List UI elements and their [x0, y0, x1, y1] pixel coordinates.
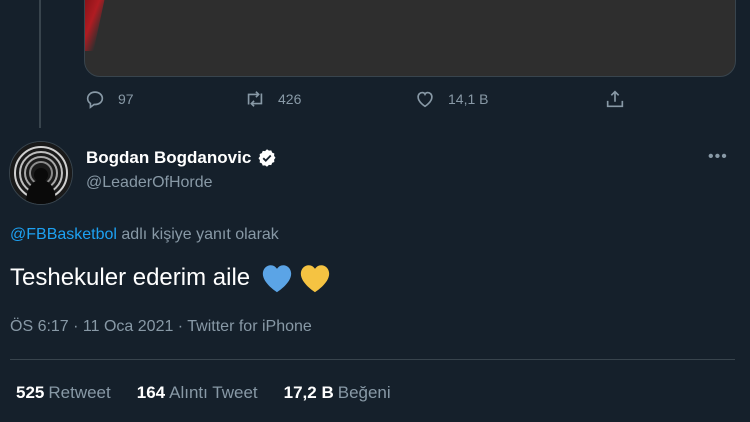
retweet-stat-count: 525: [16, 383, 45, 402]
media-image-fragment: [85, 0, 109, 51]
retweet-button[interactable]: 426: [244, 88, 301, 110]
reply-icon: [86, 91, 104, 109]
more-options-icon[interactable]: •••: [708, 148, 728, 166]
share-button[interactable]: [604, 88, 626, 110]
heart-icon: [417, 91, 433, 108]
thread-connector-line: [39, 0, 41, 128]
retweet-count: 426: [278, 91, 302, 107]
tweet-text: Teshekuler ederim aile: [10, 264, 251, 291]
tweet-timestamp[interactable]: ÖS 6:17 · 11 Oca 2021 · Twitter for iPho…: [10, 318, 312, 336]
like-count: 14,1 B: [448, 91, 489, 107]
quote-tweet-stat[interactable]: 164 Alıntı Tweet: [137, 383, 258, 403]
reply-button[interactable]: 97: [84, 88, 134, 110]
like-button[interactable]: 14,1 B: [414, 88, 488, 110]
like-stat-count: 17,2 B: [283, 383, 334, 402]
tweet-body: Teshekuler ederim aile: [10, 262, 332, 294]
quote-tweet-stat-count: 164: [136, 383, 166, 402]
retweet-stat[interactable]: 525 Retweet: [16, 383, 111, 403]
like-stat-label: Beğeni: [337, 383, 391, 402]
share-icon: [606, 90, 624, 108]
reply-context: @FBBasketbol adlı kişiye yanıt olarak: [10, 226, 279, 244]
tweet-stats: 525 Retweet 164 Alıntı Tweet 17,2 B Beğeni: [16, 383, 391, 403]
previous-tweet-media[interactable]: [84, 0, 736, 77]
avatar-image: [10, 142, 72, 204]
quote-tweet-stat-label: Alıntı Tweet: [169, 383, 258, 402]
retweet-icon: [247, 91, 263, 107]
yellow-heart-icon: [300, 265, 330, 293]
author-name[interactable]: Bogdan Bogdanovic: [86, 148, 251, 168]
verified-badge-icon: [258, 149, 276, 167]
avatar[interactable]: [9, 141, 73, 205]
like-stat[interactable]: 17,2 B Beğeni: [284, 383, 391, 403]
previous-tweet-actions: 97 426 14,1 B: [84, 88, 644, 116]
author-name-row: Bogdan Bogdanovic: [86, 148, 277, 168]
reply-mention-link[interactable]: @FBBasketbol: [10, 226, 117, 243]
retweet-stat-label: Retweet: [48, 383, 111, 402]
reply-count: 97: [118, 91, 134, 107]
blue-heart-icon: [262, 265, 292, 293]
author-handle[interactable]: @LeaderOfHorde: [86, 174, 213, 192]
reply-context-text: adlı kişiye yanıt olarak: [116, 226, 279, 243]
divider: [10, 359, 735, 360]
